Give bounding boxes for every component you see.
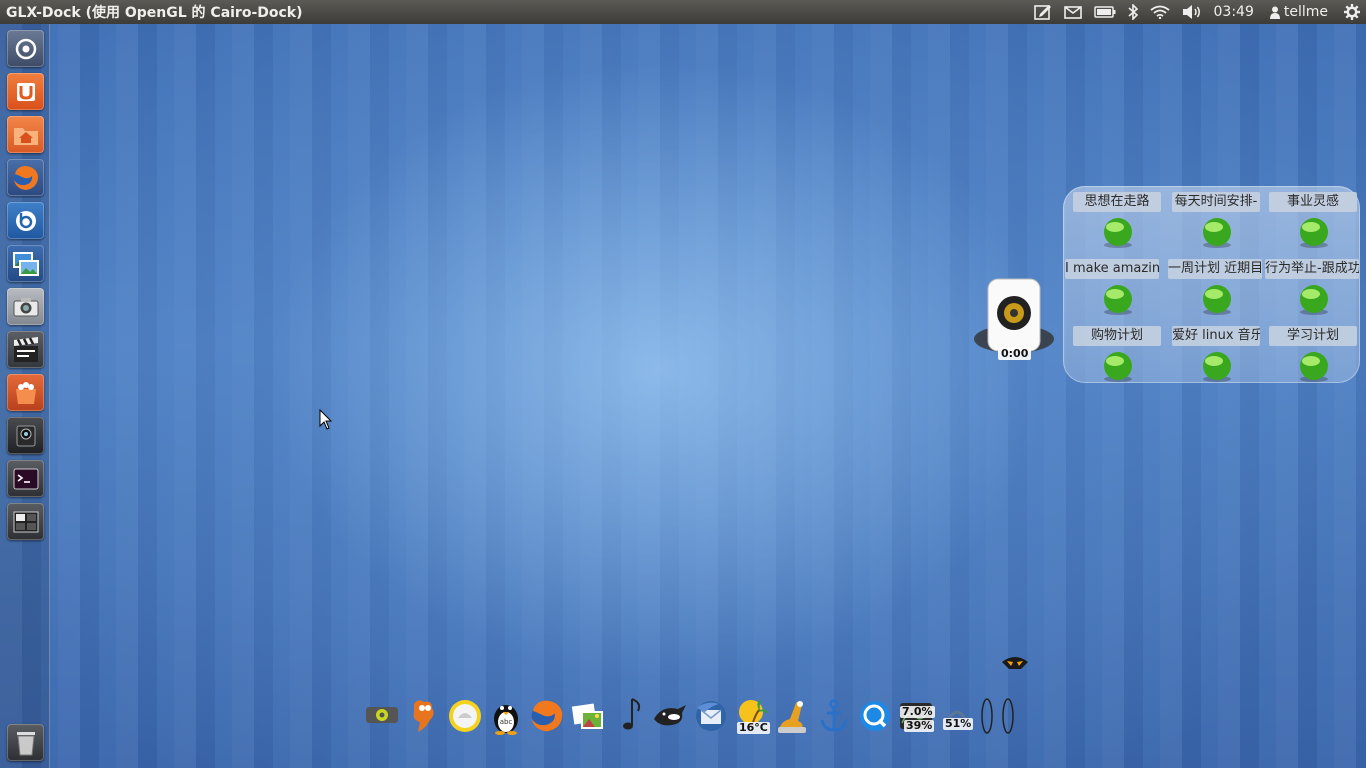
note-label: 爱好 linux 音乐 (1172, 326, 1260, 346)
gimp-icon[interactable] (404, 696, 442, 736)
svg-text:abc: abc (500, 718, 513, 726)
memory-usage-label: 39% (904, 719, 935, 732)
quicktime-icon[interactable] (856, 696, 894, 736)
note-ball-icon (1300, 285, 1328, 315)
battery-dock-icon[interactable]: 51% (938, 696, 976, 736)
note-label: 事业灵感 (1269, 192, 1357, 212)
note-ball-icon (1300, 352, 1328, 382)
notes-panel: 思想在走路 每天时间安排- 事业灵感 I make amazing 一周计划 近… (1063, 186, 1360, 383)
orange-app-icon[interactable] (7, 374, 44, 411)
volume-icon[interactable] (1176, 0, 1208, 24)
clock[interactable]: 03:49 (1208, 0, 1264, 24)
note-item[interactable]: 购物计划 (1069, 323, 1165, 383)
note-ball-icon (1104, 285, 1132, 315)
note-label: 学习计划 (1269, 326, 1357, 346)
firefox-icon[interactable] (7, 159, 44, 196)
note-item[interactable]: 学习计划 (1265, 323, 1361, 383)
note-ball-icon (1203, 352, 1231, 382)
indicator-area: 03:49 tellme (1028, 0, 1366, 24)
note-item[interactable]: 思想在走路 (1069, 189, 1165, 249)
wifi-icon[interactable] (1144, 0, 1176, 24)
battery-percentage: 51% (943, 717, 974, 730)
music-note-icon[interactable] (610, 696, 648, 736)
window-title: GLX-Dock (使用 OpenGL 的 Cairo-Dock) (6, 5, 303, 21)
audio-player-widget[interactable]: 0:00 (970, 277, 1058, 365)
orca-icon[interactable] (651, 696, 689, 736)
thunderbird-icon[interactable] (692, 696, 730, 736)
user-name: tellme (1283, 4, 1328, 20)
note-label: 行为举止-跟成功 (1265, 259, 1359, 279)
note-item[interactable]: 一周计划 近期目 (1164, 256, 1262, 316)
video-editor-icon[interactable] (7, 331, 44, 368)
note-item[interactable]: 行为举止-跟成功 (1261, 256, 1359, 316)
system-monitor-icon[interactable]: 7.0% 39% (897, 696, 935, 736)
yellow-circle-icon[interactable] (446, 696, 484, 736)
mail-icon[interactable] (1058, 0, 1088, 24)
weather-temperature: 16°C (737, 721, 770, 734)
photos-icon[interactable] (569, 696, 607, 736)
user-menu[interactable]: tellme (1264, 0, 1338, 24)
qq-penguin-icon[interactable]: abc (487, 696, 525, 736)
anchor-icon[interactable] (815, 696, 853, 736)
mouse-pointer-icon (319, 408, 333, 435)
terminal-icon[interactable] (7, 460, 44, 497)
trash-icon[interactable] (7, 724, 44, 761)
note-item[interactable]: 爱好 linux 音乐 (1168, 323, 1264, 383)
note-ball-icon (1300, 218, 1328, 248)
unity-launcher (0, 24, 50, 768)
note-ball-icon (1203, 218, 1231, 248)
home-folder-icon[interactable] (7, 116, 44, 153)
weather-icon[interactable]: 16°C (733, 696, 771, 736)
note-label: 每天时间安排- (1172, 192, 1260, 212)
note-label: 思想在走路 (1073, 192, 1161, 212)
separator-icon[interactable] (979, 696, 1017, 736)
system-settings-icon[interactable] (363, 696, 401, 736)
camera-icon[interactable] (7, 288, 44, 325)
bluetooth-icon[interactable] (1122, 0, 1144, 24)
note-label: 购物计划 (1073, 326, 1161, 346)
applet-handle-icon[interactable] (1001, 654, 1029, 674)
note-ball-icon (1104, 218, 1132, 248)
audio-time: 0:00 (998, 347, 1032, 360)
firefox-dock-icon[interactable] (528, 696, 566, 736)
notes-icon[interactable] (1028, 0, 1058, 24)
note-label: 一周计划 近期目 (1168, 259, 1262, 279)
workspace-switcher-icon[interactable] (7, 503, 44, 540)
cpu-usage-label: 7.0% (900, 705, 935, 718)
user-icon (1269, 6, 1280, 19)
blue-app-icon[interactable] (7, 202, 44, 239)
top-panel: GLX-Dock (使用 OpenGL 的 Cairo-Dock) 03:49 … (0, 0, 1366, 24)
note-ball-icon (1203, 285, 1231, 315)
battery-icon[interactable] (1088, 0, 1122, 24)
note-item[interactable]: 事业灵感 (1265, 189, 1361, 249)
cairo-dock-icon[interactable] (774, 696, 812, 736)
image-viewer-icon[interactable] (7, 245, 44, 282)
note-item[interactable]: 每天时间安排- (1168, 189, 1264, 249)
note-ball-icon (1104, 352, 1132, 382)
webcam-icon[interactable] (7, 417, 44, 454)
note-item[interactable]: I make amazing (1063, 256, 1159, 316)
ubuntu-software-center-icon[interactable] (7, 73, 44, 110)
dash-home-icon[interactable] (7, 30, 44, 67)
note-label: I make amazing (1065, 259, 1159, 279)
power-gear-icon[interactable] (1338, 0, 1366, 24)
